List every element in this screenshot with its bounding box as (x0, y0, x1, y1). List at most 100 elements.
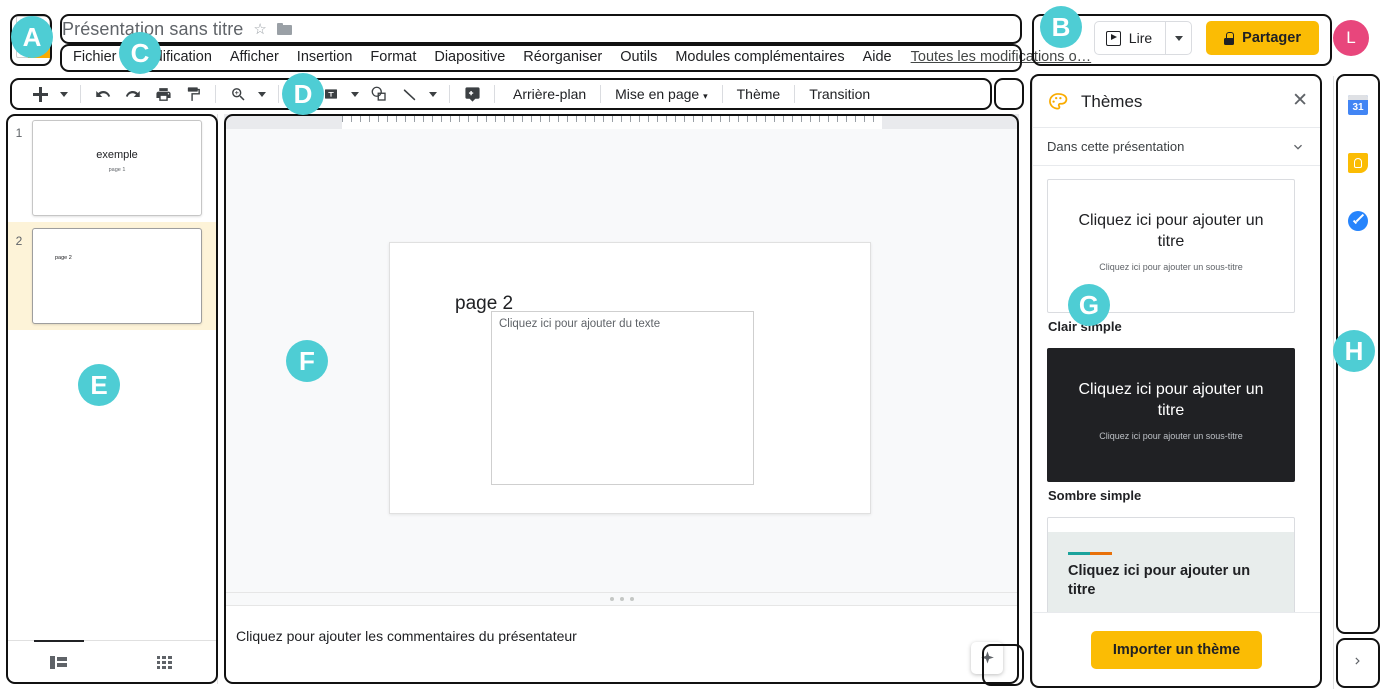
slide-thumbnail-2[interactable]: 2 page 2 (6, 222, 217, 330)
themes-panel-footer: Importer un thème (1033, 612, 1320, 686)
horizontal-ruler[interactable] (224, 114, 1019, 129)
shape-icon[interactable] (365, 81, 393, 107)
speaker-notes-placeholder: Cliquez pour ajouter les commentaires du… (236, 628, 577, 644)
thumb-title: exemple (96, 149, 138, 161)
thumb-subtitle: page 1 (108, 167, 126, 173)
menu-item-outils[interactable]: Outils (611, 47, 666, 67)
themes-filter-label: Dans cette présentation (1047, 139, 1185, 154)
theme-card-title: Cliquez ici pour ajouter un titre (1078, 212, 1264, 250)
annotation-badge-e: E (78, 364, 120, 406)
annotation-badge-c: C (119, 32, 161, 74)
annotation-badge-a: A (11, 16, 53, 58)
header-actions: Lire Partager L (1093, 20, 1369, 56)
zoom-icon[interactable] (224, 81, 252, 107)
title-bar: Présentation sans titre ☆ Fichier Modifi… (0, 0, 1381, 72)
layout-button[interactable]: Mise en page ▾ (605, 83, 717, 105)
side-apps-rail: 31 (1333, 76, 1381, 689)
chevron-down-icon (1174, 35, 1183, 41)
theme-card-subtitle: Cliquez ici pour ajouter un sous-titre (1099, 431, 1243, 441)
grid-view-icon[interactable] (112, 641, 218, 685)
menu-item-afficher[interactable]: Afficher (221, 47, 288, 67)
thumb-preview[interactable]: page 2 (32, 228, 202, 324)
new-slide-icon[interactable] (26, 81, 54, 107)
undo-icon[interactable] (89, 81, 117, 107)
present-options-button[interactable] (1165, 22, 1191, 54)
themes-list[interactable]: Cliquez ici pour ajouter un titre Clique… (1033, 167, 1320, 638)
theme-button[interactable]: Thème (727, 83, 791, 105)
menu-item-reorganiser[interactable]: Réorganiser (514, 47, 611, 67)
background-button[interactable]: Arrière-plan (503, 83, 596, 105)
menu-item-format[interactable]: Format (361, 47, 425, 67)
menu-item-modules-complementaires[interactable]: Modules complémentaires (666, 47, 853, 67)
chevron-down-icon: ▾ (703, 91, 708, 101)
slide-body-placeholder-text: Cliquez ici pour ajouter du texte (499, 318, 661, 330)
annotation-badge-b: B (1040, 6, 1082, 48)
add-comment-icon[interactable] (458, 81, 486, 107)
themes-panel-header: Thèmes ✕ (1033, 76, 1320, 128)
google-calendar-icon[interactable]: 31 (1334, 76, 1381, 134)
menu-item-aide[interactable]: Aide (854, 47, 901, 67)
palette-icon (1049, 92, 1068, 109)
slide-canvas-area[interactable]: page 2 Cliquez ici pour ajouter du texte (224, 129, 1019, 606)
themes-panel-title: Thèmes (1081, 91, 1143, 111)
google-slides-window: Présentation sans titre ☆ Fichier Modifi… (0, 0, 1381, 689)
theme-card-sombre-simple[interactable]: Cliquez ici pour ajouter un titre Clique… (1047, 348, 1295, 482)
themes-filter-dropdown[interactable]: Dans cette présentation (1033, 128, 1320, 166)
move-to-folder-icon[interactable] (276, 23, 292, 35)
line-caret-icon[interactable] (425, 81, 441, 107)
paint-format-icon[interactable] (179, 81, 207, 107)
editor-area: page 2 Cliquez ici pour ajouter du texte… (224, 114, 1019, 684)
google-tasks-icon[interactable] (1334, 192, 1381, 250)
present-button-group[interactable]: Lire (1093, 21, 1193, 55)
themes-panel: Thèmes ✕ Dans cette présentation Cliquez… (1032, 76, 1320, 686)
text-box-caret-icon[interactable] (347, 81, 363, 107)
chevron-down-icon (1294, 144, 1302, 150)
main-toolbar: Arrière-plan Mise en page ▾ Thème Transi… (10, 78, 990, 110)
avatar[interactable]: L (1333, 20, 1369, 56)
filmstrip-footer (6, 639, 218, 685)
line-icon[interactable] (395, 81, 423, 107)
annotation-badge-d: D (282, 73, 324, 115)
lock-icon (1224, 31, 1235, 45)
drag-handle-icon[interactable] (224, 592, 1019, 606)
theme-card-title: Cliquez ici pour ajouter un titre (1068, 563, 1251, 598)
calendar-day-number: 31 (1352, 102, 1364, 113)
thumb-preview[interactable]: exemple page 1 (32, 120, 202, 216)
slide-body-placeholder[interactable]: Cliquez ici pour ajouter du texte (491, 311, 754, 485)
print-icon[interactable] (149, 81, 177, 107)
import-theme-button[interactable]: Importer un thème (1090, 630, 1263, 669)
google-keep-icon[interactable] (1334, 134, 1381, 192)
menu-item-diapositive[interactable]: Diapositive (425, 47, 514, 67)
menu-item-fichier[interactable]: Fichier (64, 47, 126, 67)
document-title-row: Présentation sans titre ☆ (62, 16, 292, 42)
slide-canvas[interactable]: page 2 Cliquez ici pour ajouter du texte (389, 242, 871, 514)
theme-card-title: Cliquez ici pour ajouter un titre (1078, 381, 1264, 419)
theme-accent-bars (1068, 552, 1112, 555)
annotation-badge-g: G (1068, 284, 1110, 326)
annotation-badge-h: H (1333, 330, 1375, 372)
annotation-badge-f: F (286, 340, 328, 382)
close-icon[interactable]: ✕ (1292, 91, 1308, 110)
menu-bar: Fichier Modification Afficher Insertion … (64, 45, 1091, 69)
slide-thumbnail-1[interactable]: 1 exemple page 1 (6, 114, 217, 222)
theme-card-label: Sombre simple (1048, 488, 1142, 503)
save-status-label[interactable]: Toutes les modifications o… (911, 49, 1092, 65)
redo-icon[interactable] (119, 81, 147, 107)
slide-number: 2 (15, 234, 23, 248)
share-button[interactable]: Partager (1206, 21, 1319, 55)
layout-label: Mise en page (615, 86, 700, 102)
present-play-icon (1105, 30, 1121, 46)
present-button[interactable]: Lire (1095, 22, 1165, 54)
speaker-notes-pane[interactable]: Cliquez pour ajouter les commentaires du… (224, 606, 1019, 684)
transition-button[interactable]: Transition (799, 83, 880, 105)
explore-sparkle-icon[interactable] (971, 642, 1003, 674)
chevron-right-icon[interactable] (1334, 641, 1381, 681)
new-slide-caret-icon[interactable] (56, 81, 72, 107)
theme-card-subtitle: Cliquez ici pour ajouter un sous-titre (1099, 262, 1243, 272)
slide-number: 1 (15, 126, 23, 140)
thumb-body: page 2 (55, 255, 72, 261)
star-outline-icon[interactable]: ☆ (253, 20, 266, 38)
zoom-caret-icon[interactable] (254, 81, 270, 107)
menu-item-insertion[interactable]: Insertion (288, 47, 362, 67)
filmstrip-view-icon[interactable] (6, 639, 112, 685)
